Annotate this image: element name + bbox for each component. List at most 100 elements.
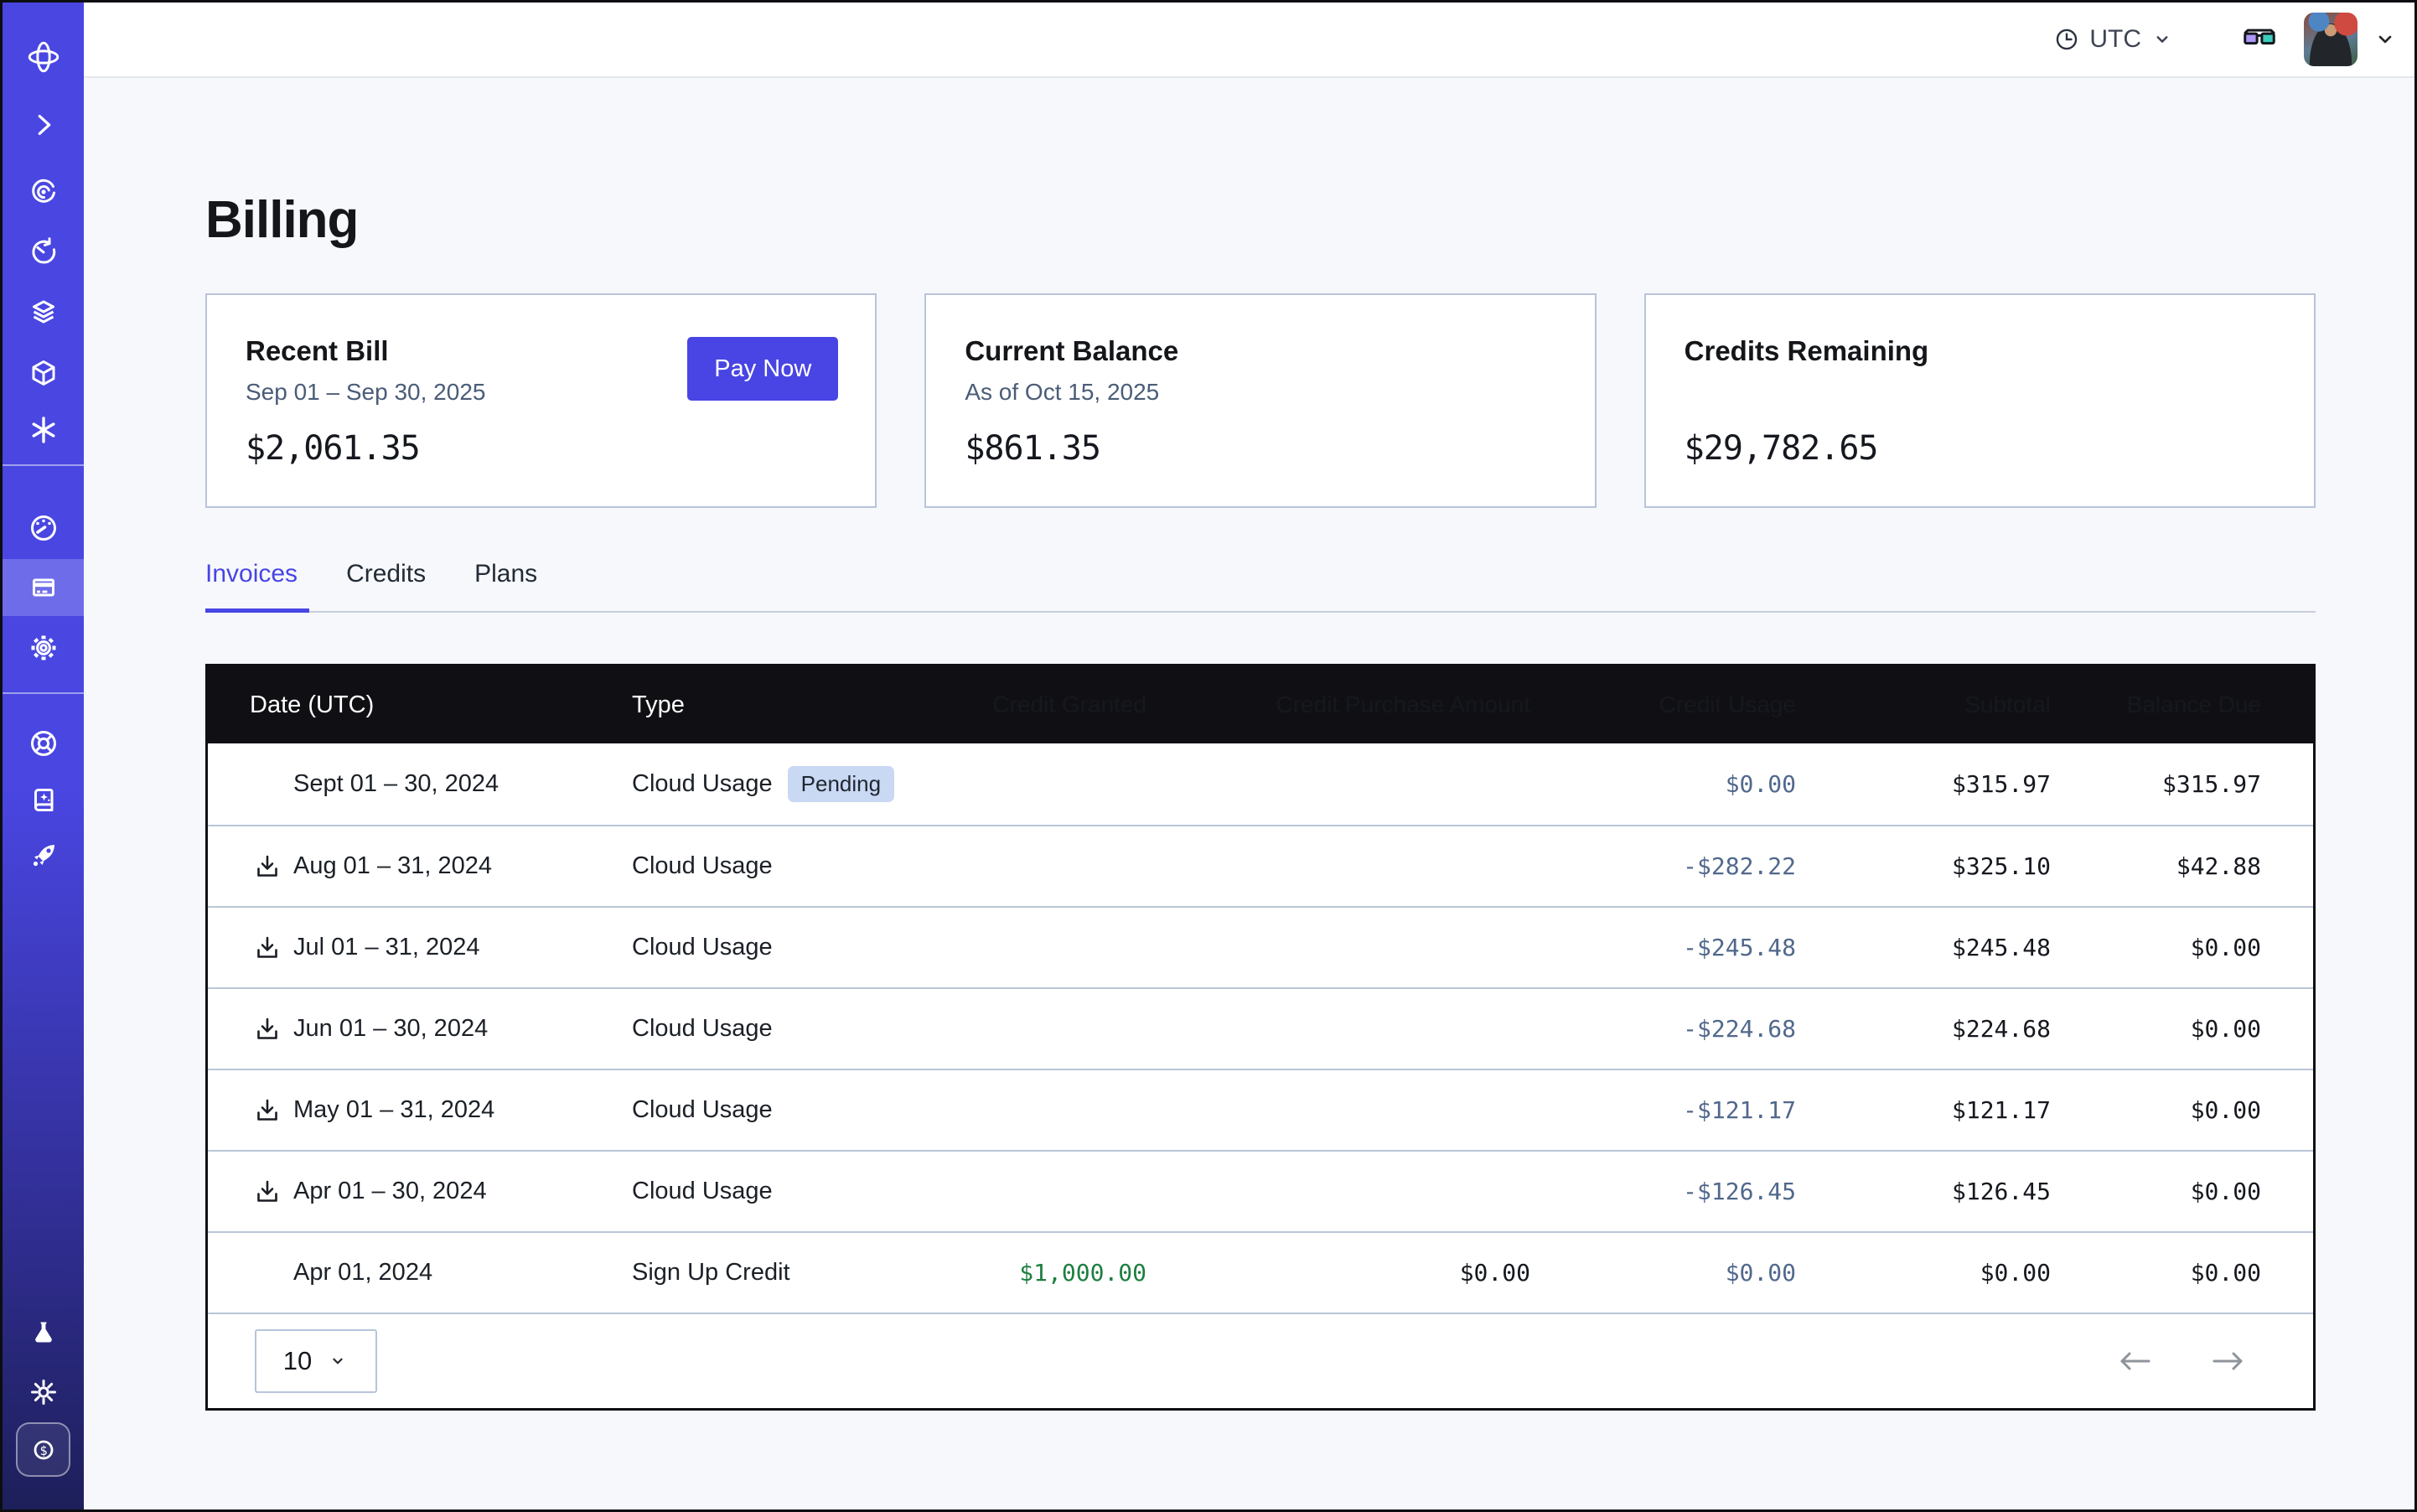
page-size-value: 10 bbox=[283, 1346, 312, 1376]
download-invoice-button[interactable] bbox=[253, 1015, 282, 1043]
subtotal-value: $224.68 bbox=[1796, 1015, 2051, 1043]
main-content: Billing Recent Bill Sep 01 – Sep 30, 202… bbox=[84, 80, 2414, 1509]
subtotal-value: $325.10 bbox=[1796, 852, 2051, 880]
page-size-select[interactable]: 10 bbox=[255, 1329, 377, 1393]
credit-usage-value: -$121.17 bbox=[1530, 1096, 1796, 1124]
credit-granted-value: $1,000.00 bbox=[895, 1259, 1146, 1287]
chevron-down-icon bbox=[327, 1350, 349, 1372]
col-subtotal: Subtotal bbox=[1796, 691, 2051, 718]
date-cell: Sept 01 – 30, 2024 bbox=[208, 770, 632, 799]
cube-icon[interactable] bbox=[3, 344, 84, 401]
date-cell: Jun 01 – 30, 2024 bbox=[208, 1015, 632, 1043]
col-type: Type bbox=[632, 691, 895, 719]
support-wheel-icon[interactable] bbox=[3, 715, 84, 772]
type-cell: Cloud Usage bbox=[632, 1015, 895, 1043]
card-title: Credits Remaining bbox=[1685, 335, 2275, 367]
next-page-button[interactable] bbox=[2209, 1347, 2248, 1375]
docs-book-icon[interactable] bbox=[3, 772, 84, 829]
tab-invoices[interactable]: Invoices bbox=[205, 560, 309, 613]
avatar[interactable] bbox=[2304, 13, 2357, 66]
3d-glasses-button[interactable] bbox=[2240, 23, 2279, 56]
monitoring-icon[interactable] bbox=[3, 163, 84, 220]
credit-usage-value: $0.00 bbox=[1530, 1259, 1796, 1287]
table-row: Jul 01 – 31, 2024 Cloud Usage -$245.48 $… bbox=[208, 906, 2313, 987]
subtotal-value: $0.00 bbox=[1796, 1259, 2051, 1287]
date-cell: Aug 01 – 31, 2024 bbox=[208, 852, 632, 881]
date-cell: Apr 01, 2024 bbox=[208, 1259, 632, 1287]
invoice-type: Cloud Usage bbox=[632, 1178, 773, 1205]
invoice-type: Sign Up Credit bbox=[632, 1259, 790, 1287]
type-cell: Cloud Usage bbox=[632, 852, 895, 880]
invoice-date: Apr 01, 2024 bbox=[293, 1259, 432, 1287]
settings-gear-icon[interactable] bbox=[3, 619, 84, 676]
previous-page-button[interactable] bbox=[2115, 1347, 2154, 1375]
history-icon[interactable] bbox=[3, 224, 84, 281]
timezone-selector[interactable]: UTC bbox=[2052, 25, 2175, 54]
rocket-icon[interactable] bbox=[3, 827, 84, 884]
credit-purchase-value: $0.00 bbox=[1146, 1259, 1530, 1287]
timezone-label: UTC bbox=[2089, 25, 2141, 54]
subtotal-value: $245.48 bbox=[1796, 934, 2051, 961]
card-title: Current Balance bbox=[965, 335, 1555, 367]
sidebar: $ bbox=[3, 3, 84, 1509]
pay-now-button[interactable]: Pay Now bbox=[687, 337, 838, 401]
invoice-type: Cloud Usage bbox=[632, 1096, 773, 1124]
card-subtitle bbox=[1685, 379, 2275, 407]
credits-badge-button[interactable]: $ bbox=[16, 1422, 70, 1477]
invoice-date: Jul 01 – 31, 2024 bbox=[293, 934, 480, 961]
invoice-date: May 01 – 31, 2024 bbox=[293, 1096, 494, 1124]
download-icon bbox=[254, 1178, 281, 1205]
theme-sun-icon[interactable] bbox=[3, 1364, 84, 1421]
tab-credits[interactable]: Credits bbox=[346, 560, 437, 613]
invoice-type: Cloud Usage bbox=[632, 934, 773, 961]
download-invoice-button[interactable] bbox=[253, 934, 282, 962]
usage-gauge-icon[interactable] bbox=[3, 500, 84, 557]
sidebar-divider bbox=[3, 692, 84, 694]
credit-usage-value: $0.00 bbox=[1530, 770, 1796, 798]
invoice-type: Cloud Usage bbox=[632, 770, 773, 798]
download-icon bbox=[254, 853, 281, 880]
download-slot bbox=[253, 1259, 282, 1287]
date-cell: Jul 01 – 31, 2024 bbox=[208, 934, 632, 962]
table-row: May 01 – 31, 2024 Cloud Usage -$121.17 $… bbox=[208, 1069, 2313, 1150]
account-chevron-down-icon[interactable] bbox=[2371, 25, 2399, 54]
collapse-chevron-icon[interactable] bbox=[3, 96, 84, 153]
balance-due-value: $0.00 bbox=[2051, 934, 2261, 961]
table-row: Aug 01 – 31, 2024 Cloud Usage -$282.22 $… bbox=[208, 825, 2313, 906]
svg-text:$: $ bbox=[39, 1443, 47, 1458]
credit-usage-value: -$245.48 bbox=[1530, 934, 1796, 961]
card-subtitle: As of Oct 15, 2025 bbox=[965, 379, 1555, 407]
invoice-date: Apr 01 – 30, 2024 bbox=[293, 1178, 487, 1205]
credit-usage-value: -$282.22 bbox=[1530, 852, 1796, 880]
download-icon bbox=[254, 935, 281, 961]
logo-icon[interactable] bbox=[3, 28, 84, 85]
download-invoice-button[interactable] bbox=[253, 1178, 282, 1206]
layers-icon[interactable] bbox=[3, 284, 84, 341]
invoice-date: Jun 01 – 30, 2024 bbox=[293, 1015, 488, 1043]
credit-usage-value: -$126.45 bbox=[1530, 1178, 1796, 1205]
balance-due-value: $0.00 bbox=[2051, 1015, 2261, 1043]
tab-plans[interactable]: Plans bbox=[474, 560, 549, 613]
table-row: Apr 01 – 30, 2024 Cloud Usage -$126.45 $… bbox=[208, 1150, 2313, 1231]
col-date: Date (UTC) bbox=[208, 691, 632, 719]
download-icon bbox=[254, 1097, 281, 1124]
balance-due-value: $42.88 bbox=[2051, 852, 2261, 880]
invoice-date: Aug 01 – 31, 2024 bbox=[293, 852, 492, 880]
current-balance-card: Current Balance As of Oct 15, 2025 $861.… bbox=[924, 293, 1596, 508]
download-invoice-button[interactable] bbox=[253, 852, 282, 881]
table-pagination: 10 bbox=[208, 1313, 2313, 1408]
3d-glasses-icon bbox=[2240, 23, 2279, 56]
sidebar-item-billing[interactable] bbox=[3, 559, 84, 616]
status-badge: Pending bbox=[788, 766, 894, 802]
date-cell: Apr 01 – 30, 2024 bbox=[208, 1178, 632, 1206]
asterisk-icon[interactable] bbox=[3, 401, 84, 458]
type-cell: Cloud Usage bbox=[632, 1096, 895, 1124]
col-balance-due: Balance Due bbox=[2051, 691, 2261, 718]
labs-flask-icon[interactable] bbox=[3, 1305, 84, 1362]
download-invoice-button[interactable] bbox=[253, 1096, 282, 1125]
summary-cards: Recent Bill Sep 01 – Sep 30, 2025 $2,061… bbox=[205, 293, 2316, 508]
table-row: Apr 01, 2024 Sign Up Credit $1,000.00 $0… bbox=[208, 1231, 2313, 1313]
sidebar-divider bbox=[3, 464, 84, 466]
billing-tabs: Invoices Credits Plans bbox=[205, 560, 2316, 613]
chevron-down-icon bbox=[2150, 27, 2175, 52]
